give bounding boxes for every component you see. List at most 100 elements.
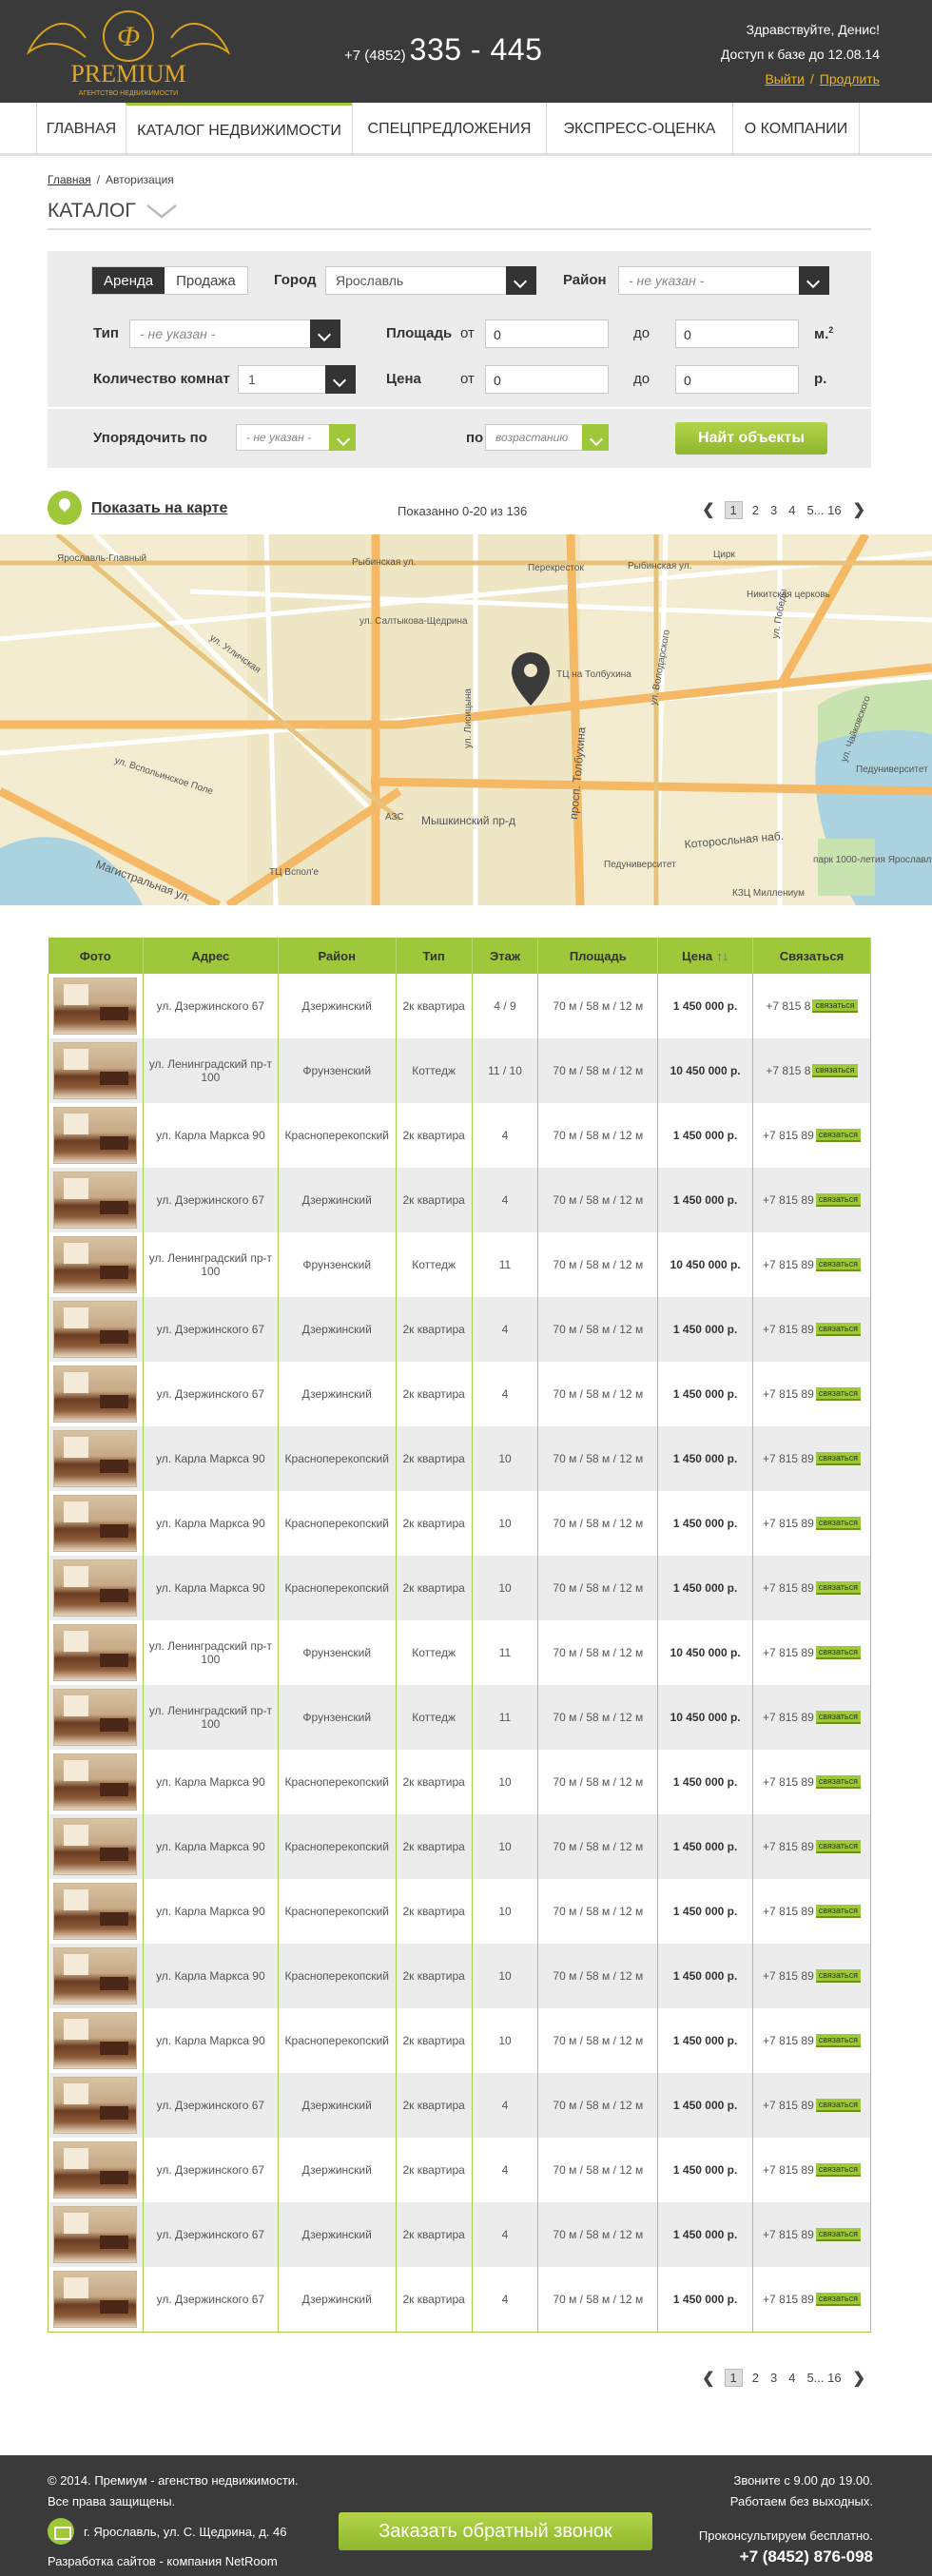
photo-cell[interactable]	[48, 1103, 144, 1168]
property-photo[interactable]	[53, 1753, 138, 1811]
table-row[interactable]: ул. Карла Маркса 90 Красноперекопский 2к к…	[48, 1103, 871, 1168]
photo-cell[interactable]	[48, 1297, 144, 1362]
photo-cell[interactable]	[48, 1620, 144, 1685]
extend-link[interactable]: Продлить	[820, 71, 880, 87]
property-photo[interactable]	[53, 2270, 138, 2328]
table-row[interactable]: ул. Карла Маркса 90 Красноперекопский 2к к…	[48, 1426, 871, 1491]
table-row[interactable]: ул. Ленинградский пр-т 100 Фрунзенский Кот…	[48, 1232, 871, 1297]
property-photo[interactable]	[53, 1172, 138, 1229]
table-row[interactable]: ул. Дзержинского 67 Дзержинский 2к квартир…	[48, 2202, 871, 2267]
contact-button[interactable]: связаться	[812, 999, 858, 1013]
prev-page-icon[interactable]: ❮	[702, 500, 714, 519]
photo-cell[interactable]	[48, 1038, 144, 1103]
photo-cell[interactable]	[48, 2267, 144, 2333]
prev-page-icon[interactable]: ❮	[702, 2369, 714, 2388]
nav-special[interactable]: СПЕЦПРЕДЛОЖЕНИЯ	[352, 103, 546, 156]
contact-button[interactable]: связаться	[815, 1711, 861, 1724]
map[interactable]: Ярославль-Главный Рыбинская ул. Рыбинска…	[0, 534, 932, 905]
photo-cell[interactable]	[48, 1944, 144, 2008]
table-row[interactable]: ул. Дзержинского 67 Дзержинский 2к квартир…	[48, 974, 871, 1038]
contact-button[interactable]: связаться	[815, 1775, 861, 1789]
property-photo[interactable]	[53, 2012, 138, 2069]
photo-cell[interactable]	[48, 1814, 144, 1879]
photo-cell[interactable]	[48, 1750, 144, 1814]
contact-button[interactable]: связаться	[815, 1517, 861, 1530]
table-row[interactable]: ул. Ленинградский пр-т 100 Фрунзенский Кот…	[48, 1685, 871, 1750]
table-row[interactable]: ул. Дзержинского 67 Дзержинский 2к квартир…	[48, 1168, 871, 1232]
property-photo[interactable]	[53, 978, 138, 1035]
contact-button[interactable]: связаться	[815, 2228, 861, 2241]
logout-link[interactable]: Выйти	[765, 71, 804, 87]
page-2[interactable]: 2	[752, 503, 759, 517]
price-from-input[interactable]: 0	[485, 365, 609, 394]
table-row[interactable]: ул. Ленинградский пр-т 100 Фрунзенский Кот…	[48, 1038, 871, 1103]
deal-type-toggle[interactable]: Аренда Продажа	[91, 266, 248, 295]
property-photo[interactable]	[53, 1107, 138, 1164]
photo-cell[interactable]	[48, 2202, 144, 2267]
photo-cell[interactable]	[48, 974, 144, 1038]
table-row[interactable]: ул. Карла Маркса 90 Красноперекопский 2к к…	[48, 1944, 871, 2008]
footer-phone[interactable]: +7 (8452) 876-098	[699, 2547, 873, 2567]
table-row[interactable]: ул. Карла Маркса 90 Красноперекопский 2к к…	[48, 1491, 871, 1556]
contact-button[interactable]: связаться	[815, 1969, 861, 1983]
contact-button[interactable]: связаться	[815, 1323, 861, 1336]
photo-cell[interactable]	[48, 2073, 144, 2138]
nav-about[interactable]: О КОМПАНИИ	[732, 103, 860, 156]
col-price[interactable]: Цена ↑↓	[657, 938, 754, 974]
next-page-icon[interactable]: ❯	[853, 2369, 865, 2388]
city-select[interactable]: Ярославль	[325, 266, 536, 295]
rooms-select[interactable]: 1	[238, 365, 356, 394]
map-pin-icon[interactable]	[48, 491, 82, 525]
page-last[interactable]: 5... 16	[806, 503, 841, 517]
table-row[interactable]: ул. Дзержинского 67 Дзержинский 2к квартир…	[48, 2073, 871, 2138]
photo-cell[interactable]	[48, 1168, 144, 1232]
property-photo[interactable]	[53, 1301, 138, 1358]
property-photo[interactable]	[53, 1042, 138, 1099]
photo-cell[interactable]	[48, 1685, 144, 1750]
callback-button[interactable]: Заказать обратный звонок	[339, 2512, 652, 2550]
next-page-icon[interactable]: ❯	[853, 500, 865, 519]
table-row[interactable]: ул. Ленинградский пр-т 100 Фрунзенский Кот…	[48, 1620, 871, 1685]
contact-button[interactable]: связаться	[815, 2292, 861, 2306]
page-1[interactable]: 1	[724, 2369, 743, 2387]
contact-button[interactable]: связаться	[815, 2034, 861, 2047]
sort-select[interactable]: - не указан -	[236, 424, 356, 451]
property-photo[interactable]	[53, 1495, 138, 1552]
show-on-map-link[interactable]: Показать на карте	[91, 500, 227, 517]
rent-option[interactable]: Аренда	[92, 267, 165, 294]
chevron-down-icon[interactable]	[146, 203, 178, 220]
photo-cell[interactable]	[48, 1556, 144, 1620]
contact-button[interactable]: связаться	[815, 1840, 861, 1853]
district-select[interactable]: - не указан -	[618, 266, 829, 295]
nav-home[interactable]: ГЛАВНАЯ	[36, 103, 126, 156]
contact-button[interactable]: связаться	[815, 1646, 861, 1659]
area-from-input[interactable]: 0	[485, 320, 609, 348]
nav-catalog[interactable]: КАТАЛОГ НЕДВИЖИМОСТИ	[126, 103, 352, 156]
table-row[interactable]: ул. Дзержинского 67 Дзержинский 2к квартир…	[48, 2267, 871, 2333]
photo-cell[interactable]	[48, 1232, 144, 1297]
mail-icon[interactable]	[48, 2518, 74, 2545]
property-photo[interactable]	[53, 1818, 138, 1875]
page-3[interactable]: 3	[770, 2371, 777, 2385]
sale-option[interactable]: Продажа	[165, 267, 247, 294]
table-row[interactable]: ул. Карла Маркса 90 Красноперекопский 2к к…	[48, 1750, 871, 1814]
contact-button[interactable]: связаться	[815, 1129, 861, 1142]
page-last[interactable]: 5... 16	[806, 2371, 841, 2385]
table-row[interactable]: ул. Дзержинского 67 Дзержинский 2к квартир…	[48, 1297, 871, 1362]
table-row[interactable]: ул. Карла Маркса 90 Красноперекопский 2к к…	[48, 2008, 871, 2073]
nav-express[interactable]: ЭКСПРЕСС-ОЦЕНКА	[546, 103, 732, 156]
page-4[interactable]: 4	[788, 503, 795, 517]
contact-button[interactable]: связаться	[815, 1905, 861, 1918]
type-select[interactable]: - не указан -	[129, 320, 340, 348]
photo-cell[interactable]	[48, 1426, 144, 1491]
property-photo[interactable]	[53, 1236, 138, 1293]
property-photo[interactable]	[53, 1883, 138, 1940]
contact-button[interactable]: связаться	[815, 1387, 861, 1401]
contact-button[interactable]: связаться	[815, 1258, 861, 1271]
header-phone[interactable]: +7 (4852) 335 - 445	[344, 32, 542, 68]
order-select[interactable]: возрастанию	[485, 424, 609, 451]
property-photo[interactable]	[53, 1947, 138, 2005]
area-to-input[interactable]: 0	[675, 320, 799, 348]
map-canvas[interactable]: Ярославль-Главный Рыбинская ул. Рыбинска…	[0, 534, 932, 905]
find-objects-button[interactable]: Найт объекты	[675, 422, 827, 455]
